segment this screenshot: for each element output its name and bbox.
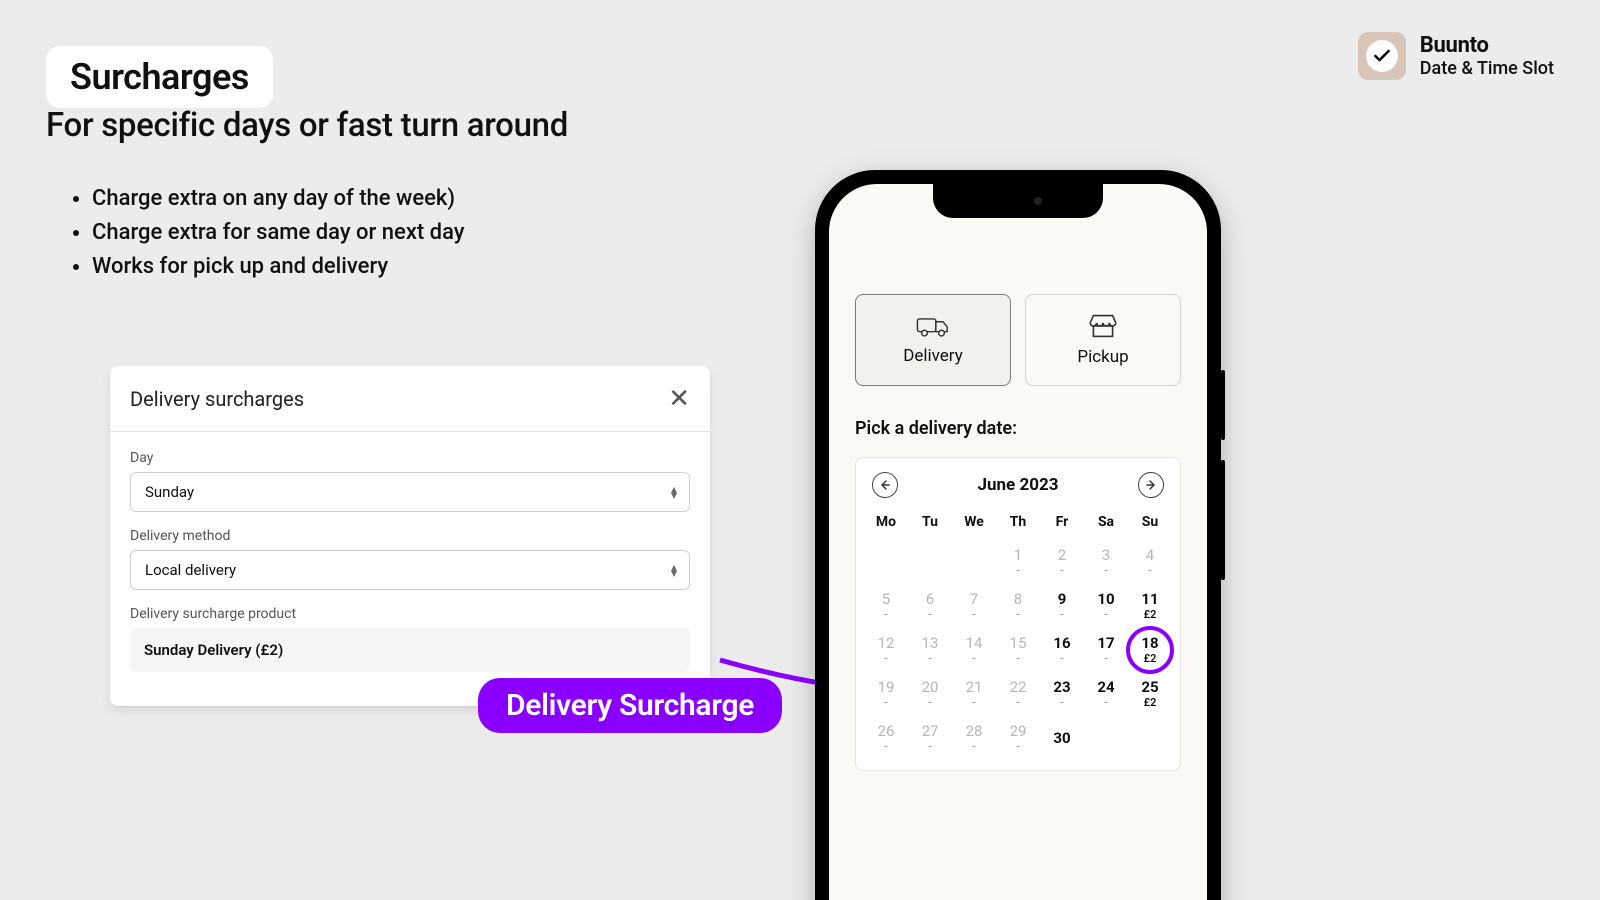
day-label: Day [130,450,690,466]
calendar-day[interactable]: 16- [1040,628,1084,672]
tab-delivery-label: Delivery [903,346,963,366]
tab-pickup-label: Pickup [1077,347,1128,367]
calendar-day[interactable]: 1- [996,540,1040,584]
phone-frame: Delivery Pickup Pick a delivery date: [815,170,1221,900]
bullet-item: Charge extra on any day of the week) [92,182,465,216]
calendar-day [1128,716,1172,760]
arrow-right-icon [1145,479,1157,491]
calendar-day[interactable]: 27- [908,716,952,760]
calendar-dow: Tu [908,508,952,540]
brand-name: Buunto [1420,33,1554,58]
check-icon [1372,46,1392,66]
calendar-day[interactable]: 5- [864,584,908,628]
calendar-dow: Mo [864,508,908,540]
calendar-day[interactable]: 8- [996,584,1040,628]
calendar-day[interactable]: 24- [1084,672,1128,716]
surcharge-callout: Delivery Surcharge [478,678,782,733]
pick-date-label: Pick a delivery date: [855,418,1181,439]
modal-title: Delivery surcharges [130,387,304,411]
calendar-day[interactable]: 18£2 [1128,628,1172,672]
calendar-day[interactable]: 19- [864,672,908,716]
calendar-month: June 2023 [978,475,1059,495]
calendar-next-button[interactable] [1138,472,1164,498]
calendar-day[interactable]: 10- [1084,584,1128,628]
calendar-day[interactable]: 26- [864,716,908,760]
calendar-day[interactable]: 2- [1040,540,1084,584]
calendar-day[interactable]: 29- [996,716,1040,760]
bullet-item: Charge extra for same day or next day [92,216,465,250]
calendar-day[interactable]: 6- [908,584,952,628]
calendar-day[interactable]: 20- [908,672,952,716]
page-subtitle: For specific days or fast turn around [46,106,568,145]
calendar-day[interactable]: 30 [1040,716,1084,760]
calendar-day[interactable]: 15- [996,628,1040,672]
calendar-day[interactable]: 4- [1128,540,1172,584]
calendar-day[interactable]: 13- [908,628,952,672]
method-value: Local delivery [145,561,236,579]
calendar-day[interactable]: 3- [1084,540,1128,584]
calendar-dow: Fr [1040,508,1084,540]
calendar-day[interactable]: 12- [864,628,908,672]
calendar: June 2023 MoTuWeThFrSaSu 1-2-3-4- 5-6-7-8… [855,457,1181,771]
bullet-item: Works for pick up and delivery [92,250,465,284]
day-value: Sunday [145,483,194,501]
tab-delivery[interactable]: Delivery [855,294,1011,386]
close-icon[interactable]: ✕ [668,384,690,414]
method-label: Delivery method [130,528,690,544]
tab-pickup[interactable]: Pickup [1025,294,1181,386]
phone-screen: Delivery Pickup Pick a delivery date: [829,184,1207,900]
calendar-day[interactable]: 9- [1040,584,1084,628]
calendar-day[interactable]: 17- [1084,628,1128,672]
product-value: Sunday Delivery (£2) [144,641,283,659]
arrow-left-icon [879,479,891,491]
calendar-day[interactable]: 21- [952,672,996,716]
product-row[interactable]: Sunday Delivery (£2) [130,628,690,672]
brand-tagline: Date & Time Slot [1420,58,1554,79]
calendar-prev-button[interactable] [872,472,898,498]
calendar-day[interactable]: 7- [952,584,996,628]
calendar-dow: Sa [1084,508,1128,540]
calendar-day [952,540,996,584]
chevron-updown-icon: ▴▾ [671,486,677,498]
calendar-day[interactable]: 25£2 [1128,672,1172,716]
surcharge-modal: Delivery surcharges ✕ Day Sunday ▴▾ Deli… [110,366,710,706]
feature-bullets: Charge extra on any day of the week) Cha… [72,182,465,284]
calendar-day[interactable]: 22- [996,672,1040,716]
page-title: Surcharges [46,46,273,108]
calendar-day[interactable]: 23- [1040,672,1084,716]
calendar-dow: Su [1128,508,1172,540]
day-select[interactable]: Sunday ▴▾ [130,472,690,512]
phone-notch [933,184,1103,218]
brand-badge: Buunto Date & Time Slot [1358,32,1554,80]
method-select[interactable]: Local delivery ▴▾ [130,550,690,590]
calendar-dow: We [952,508,996,540]
truck-icon [916,314,950,338]
store-icon [1087,313,1119,339]
brand-icon [1358,32,1406,80]
calendar-day[interactable]: 28- [952,716,996,760]
calendar-day[interactable]: 11£2 [1128,584,1172,628]
calendar-day[interactable]: 14- [952,628,996,672]
calendar-day [1084,716,1128,760]
calendar-day [908,540,952,584]
product-label: Delivery surcharge product [130,606,690,622]
calendar-day [864,540,908,584]
calendar-dow: Th [996,508,1040,540]
chevron-updown-icon: ▴▾ [671,564,677,576]
